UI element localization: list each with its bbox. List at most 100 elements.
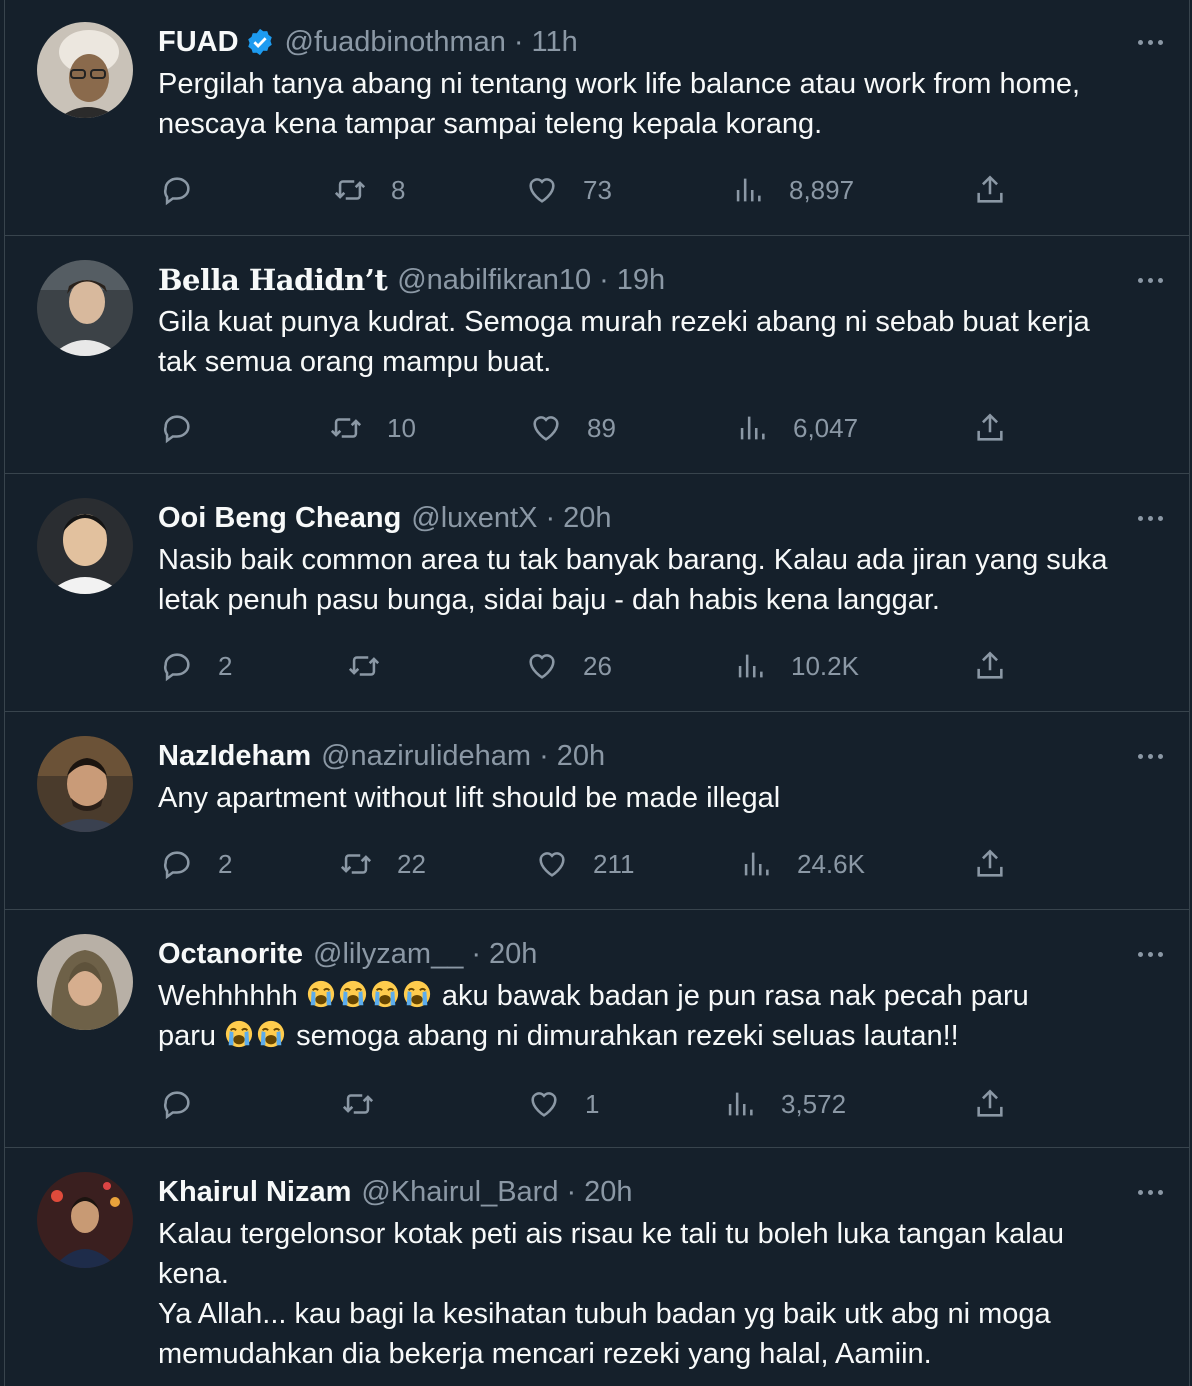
- retweet-button[interactable]: [347, 646, 405, 686]
- heart-icon: [531, 1092, 557, 1117]
- tweet[interactable]: FUAD @fuadbinothman · 11h Pergilah tanya…: [5, 0, 1189, 236]
- reply-button[interactable]: 2: [160, 646, 232, 686]
- loudly-crying-face-emoji: [403, 980, 430, 1008]
- action-bar: 2 22 211 24.6K: [5, 844, 1189, 884]
- retweet-button[interactable]: 8: [333, 170, 405, 210]
- like-count: 26: [583, 650, 612, 681]
- reply-button[interactable]: [160, 170, 218, 210]
- heart-icon: [529, 654, 555, 679]
- tweet[interactable]: NazIdeham @nazirulideham · 20h Any apart…: [5, 712, 1189, 910]
- timestamp[interactable]: 20h: [489, 938, 537, 971]
- avatar[interactable]: [37, 736, 133, 832]
- views-button[interactable]: 3,572: [723, 1084, 846, 1124]
- views-button[interactable]: 10.2K: [733, 646, 859, 686]
- display-name[interactable]: Bella Hadidn’t: [158, 263, 388, 297]
- user-handle[interactable]: @fuadbinothman: [285, 26, 506, 59]
- reply-icon: [164, 1091, 190, 1120]
- tweet[interactable]: Ooi Beng Cheang @luxentX · 20h Nasib bai…: [5, 474, 1189, 712]
- display-name[interactable]: NazIdeham: [158, 740, 311, 773]
- avatar[interactable]: [37, 498, 133, 594]
- tweet-text-line: letak penuh pasu bunga, sidai baju - dah…: [158, 584, 940, 616]
- views-button[interactable]: 8,897: [731, 170, 854, 210]
- loudly-crying-face-emoji: [339, 980, 366, 1008]
- avatar[interactable]: [37, 934, 133, 1030]
- tweet-text-line: Wehhhhhh aku bawak badan je pun rasa nak…: [158, 976, 1169, 1016]
- tweet[interactable]: Octanorite @lilyzam__ · 20h Wehhhhhh aku…: [5, 910, 1189, 1148]
- tweet-text: Wehhhhhh aku bawak badan je pun rasa nak…: [158, 976, 1169, 1056]
- timestamp[interactable]: 20h: [557, 740, 605, 773]
- display-name[interactable]: FUAD: [158, 26, 239, 59]
- timestamp[interactable]: 11h: [532, 26, 578, 59]
- user-handle[interactable]: @luxentX: [411, 502, 537, 535]
- reply-button[interactable]: [160, 408, 218, 448]
- tweet-text-line: Ya Allah... kau bagi la kesihatan tubuh …: [158, 1298, 1051, 1330]
- more-icon[interactable]: [1138, 22, 1163, 62]
- avatar[interactable]: [37, 22, 133, 118]
- like-button[interactable]: 89: [529, 408, 616, 448]
- retweet-count: 10: [387, 412, 416, 443]
- tweet-header: NazIdeham @nazirulideham · 20h: [158, 736, 1169, 776]
- share-button[interactable]: [973, 408, 1007, 448]
- heart-icon: [533, 416, 559, 441]
- like-button[interactable]: 211: [535, 844, 634, 884]
- display-name[interactable]: Octanorite: [158, 938, 303, 971]
- tweet-header: Ooi Beng Cheang @luxentX · 20h: [158, 498, 1169, 538]
- tweet-text-line: Pergilah tanya abang ni tentang work lif…: [158, 68, 1081, 100]
- retweet-button[interactable]: 22: [339, 844, 426, 884]
- views-button[interactable]: 24.6K: [739, 844, 865, 884]
- share-icon: [977, 413, 1003, 441]
- loudly-crying-face-emoji: [257, 1020, 285, 1048]
- user-handle[interactable]: @lilyzam__: [313, 938, 463, 971]
- more-icon[interactable]: [1138, 1172, 1163, 1212]
- like-button[interactable]: 1: [527, 1084, 599, 1124]
- more-icon[interactable]: [1138, 736, 1163, 776]
- avatar[interactable]: [37, 260, 133, 356]
- views-button[interactable]: 6,047: [735, 408, 858, 448]
- share-button[interactable]: [973, 844, 1007, 884]
- verified-badge-icon: [247, 28, 272, 56]
- more-icon[interactable]: [1138, 498, 1163, 538]
- user-handle[interactable]: @nazirulideham: [321, 740, 531, 773]
- user-handle[interactable]: @nabilfikran10: [397, 264, 591, 297]
- tweet-text-line: kena.: [158, 1258, 229, 1290]
- user-handle[interactable]: @Khairul_Bard: [361, 1176, 558, 1209]
- tweet-header: Bella Hadidn’t @nabilfikran10 · 19h: [158, 260, 1169, 300]
- reply-button[interactable]: 2: [160, 844, 232, 884]
- loudly-crying-face-emoji: [225, 1020, 253, 1048]
- tweet[interactable]: Khairul Nizam @Khairul_Bard · 20h Kalau …: [5, 1148, 1189, 1386]
- reply-button[interactable]: [160, 1084, 218, 1124]
- tweet-text: Gila kuat punya kudrat. Semoga murah rez…: [158, 302, 1169, 382]
- share-button[interactable]: [973, 1084, 1007, 1124]
- more-icon[interactable]: [1138, 934, 1163, 974]
- tweet[interactable]: Bella Hadidn’t @nabilfikran10 · 19h Gila…: [5, 236, 1189, 474]
- timestamp[interactable]: 19h: [617, 264, 665, 297]
- retweet-button[interactable]: [341, 1084, 399, 1124]
- separator-dot: ·: [599, 263, 609, 296]
- like-button[interactable]: 26: [525, 646, 612, 686]
- reply-icon: [164, 177, 190, 206]
- retweet-icon: [342, 1094, 374, 1114]
- share-button[interactable]: [973, 170, 1007, 210]
- views-count: 8,897: [789, 174, 855, 205]
- tweet-text: Nasib baik common area tu tak banyak bar…: [158, 540, 1169, 620]
- share-button[interactable]: [973, 646, 1007, 686]
- timestamp[interactable]: 20h: [563, 502, 611, 535]
- reply-count: 2: [218, 848, 233, 879]
- action-bar: 10 89 6,047: [5, 408, 1189, 448]
- heart-icon: [539, 852, 565, 877]
- views-icon: [736, 178, 761, 202]
- tweet-text-line: Gila kuat punya kudrat. Semoga murah rez…: [158, 306, 1090, 338]
- more-icon[interactable]: [1138, 260, 1163, 300]
- like-button[interactable]: 73: [525, 170, 612, 210]
- avatar[interactable]: [37, 1172, 133, 1268]
- timestamp[interactable]: 20h: [584, 1176, 632, 1209]
- retweet-button[interactable]: 10: [329, 408, 416, 448]
- text-segment: aku bawak badan je pun rasa nak pecah pa…: [441, 980, 1029, 1012]
- separator-dot: ·: [539, 739, 549, 772]
- tweet-text-line: paru semoga abang ni dimurahkan rezeki s…: [158, 1016, 1169, 1056]
- display-name[interactable]: Khairul Nizam: [158, 1176, 351, 1209]
- display-name[interactable]: Ooi Beng Cheang: [158, 502, 401, 535]
- tweet-text-line: nescaya kena tampar sampai teleng kepala…: [158, 108, 823, 140]
- share-icon: [977, 1089, 1003, 1117]
- tweet-text: Pergilah tanya abang ni tentang work lif…: [158, 64, 1169, 144]
